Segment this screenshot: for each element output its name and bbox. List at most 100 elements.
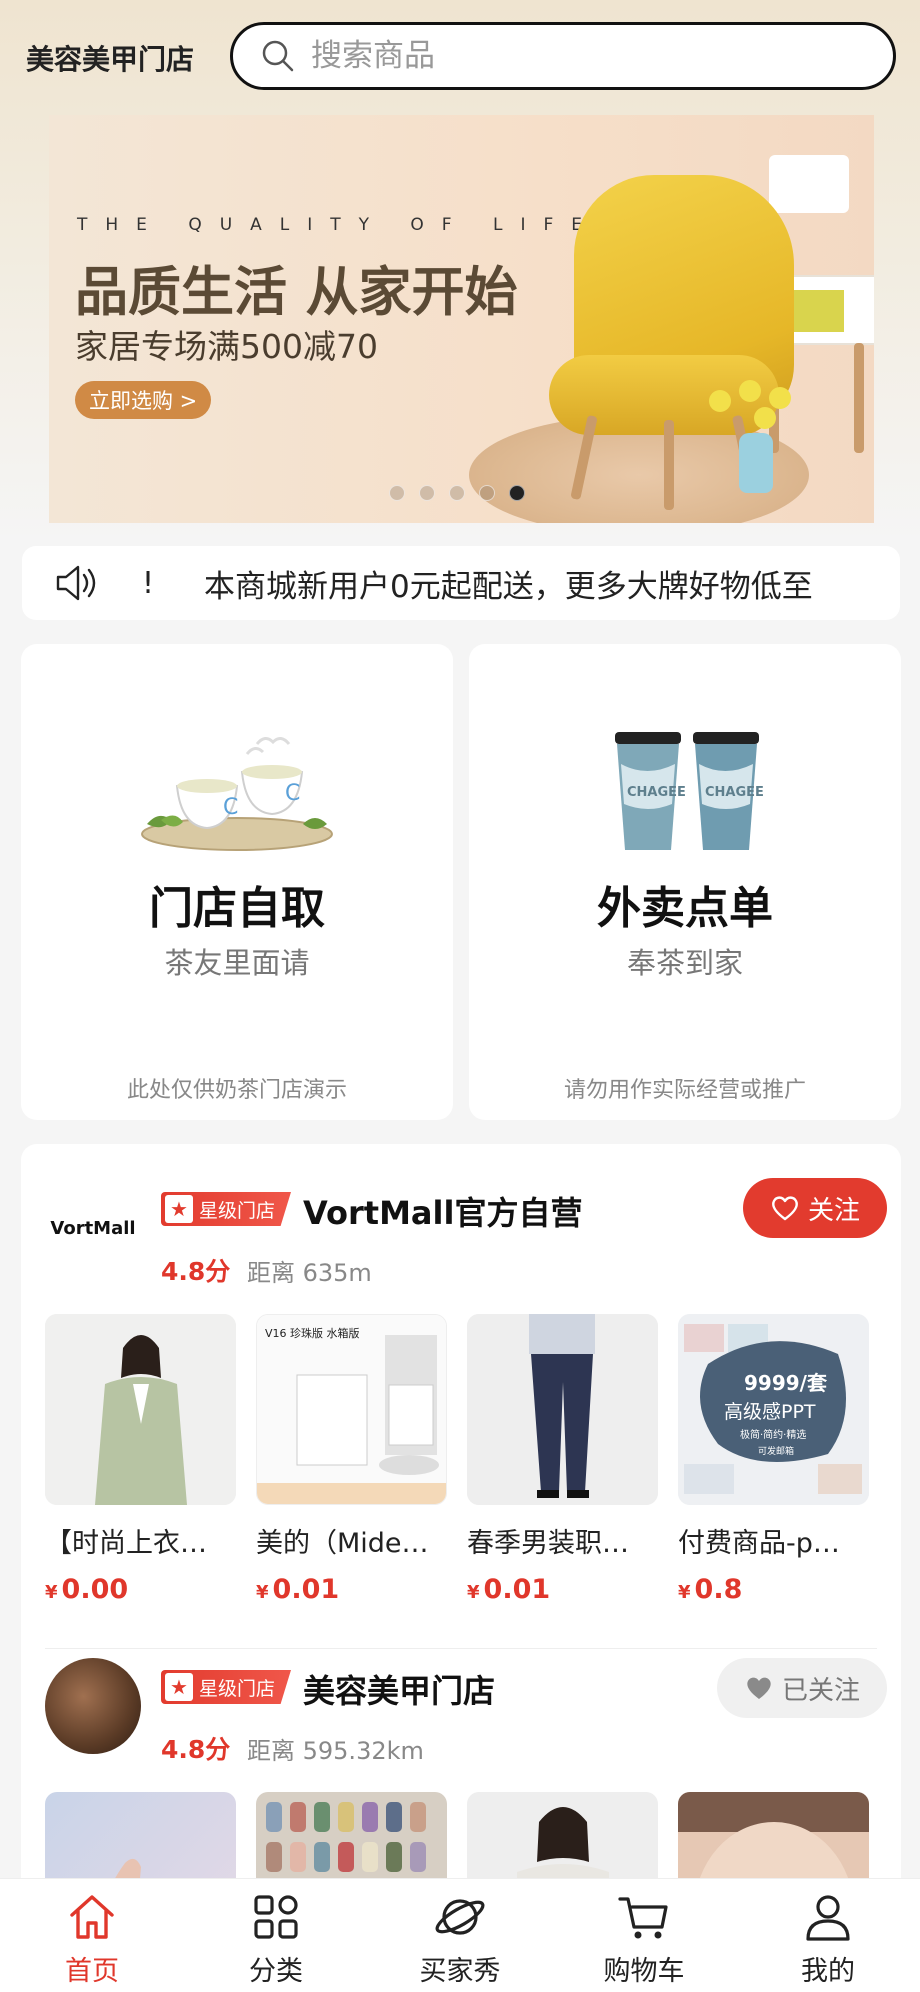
tab-label: 分类 bbox=[249, 1956, 303, 1987]
svg-text:C: C bbox=[285, 781, 300, 806]
product-image bbox=[467, 1314, 658, 1505]
product-price: ¥0.00 bbox=[45, 1574, 129, 1605]
follow-label: 关注 bbox=[807, 1195, 860, 1226]
pagination-dot[interactable] bbox=[419, 485, 435, 501]
bottom-tab-bar: 首页 分类 买家秀 购物车 我的 bbox=[0, 1878, 920, 1992]
product-item[interactable]: 【时尚上衣… ¥0.00 bbox=[45, 1314, 236, 1605]
store-list: VortMall ★ 星级门店 VortMall官方自营 4.8分 距离 635… bbox=[21, 1144, 901, 1992]
delivery-title: 外卖点单 bbox=[597, 883, 773, 934]
user-icon bbox=[806, 1895, 850, 1941]
tab-label: 首页 bbox=[65, 1956, 119, 1987]
home-icon bbox=[70, 1895, 114, 1939]
store-divider bbox=[45, 1648, 877, 1649]
store-name: 美容美甲门店 bbox=[303, 1672, 496, 1710]
search-icon bbox=[261, 39, 295, 73]
search-input[interactable] bbox=[311, 38, 871, 74]
tab-home[interactable]: 首页 bbox=[0, 1879, 184, 1992]
delivery-card[interactable]: CHAGEE CHAGEE 外卖点单 奉茶到家 请勿用作实际经营或推广 bbox=[469, 644, 901, 1120]
pagination-dot[interactable] bbox=[449, 485, 465, 501]
tab-buyer-show[interactable]: 买家秀 bbox=[368, 1879, 552, 1992]
product-price: ¥0.01 bbox=[467, 1574, 551, 1605]
pickup-card[interactable]: C C 门店自取 茶友里面请 此处仅供奶茶门店演示 bbox=[21, 644, 453, 1120]
product-image: V16 珍珠版 水箱版 bbox=[256, 1314, 447, 1505]
star-store-badge: ★ 星级门店 bbox=[161, 1670, 291, 1704]
store-logo: VortMall bbox=[45, 1180, 141, 1276]
svg-text:可发邮箱: 可发邮箱 bbox=[758, 1445, 794, 1457]
product-price: ¥0.01 bbox=[256, 1574, 340, 1605]
banner-tagline: THE QUALITY OF LIFE bbox=[77, 215, 600, 235]
product-image bbox=[45, 1314, 236, 1505]
promo-banner[interactable]: THE QUALITY OF LIFE 品质生活 从家开始 家居专场满500减7… bbox=[49, 115, 874, 523]
banner-pagination bbox=[389, 485, 525, 501]
product-item[interactable]: V16 珍珠版 水箱版 美的（Mide… ¥0.01 bbox=[256, 1314, 447, 1605]
delivery-note: 请勿用作实际经营或推广 bbox=[563, 1078, 806, 1103]
chair-leg bbox=[664, 420, 674, 510]
svg-text:V16 珍珠版 水箱版: V16 珍珠版 水箱版 bbox=[265, 1326, 360, 1340]
flower bbox=[709, 390, 731, 412]
store-rating: 4.8分 bbox=[161, 1257, 231, 1286]
svg-text:高级感PPT: 高级感PPT bbox=[724, 1401, 816, 1423]
product-name: 春季男装职… bbox=[467, 1528, 629, 1559]
tab-label: 买家秀 bbox=[419, 1956, 501, 1987]
heart-icon bbox=[772, 1196, 798, 1221]
banner-headline: 品质生活 从家开始 bbox=[75, 262, 518, 323]
badge-label: 星级门店 bbox=[199, 1677, 276, 1700]
delivery-subtitle: 奉茶到家 bbox=[626, 946, 743, 980]
banner-subline: 家居专场满500减70 bbox=[75, 327, 378, 366]
planet-icon bbox=[435, 1899, 485, 1935]
svg-text:C: C bbox=[223, 795, 238, 820]
svg-text:极简·简约·精选: 极简·简约·精选 bbox=[740, 1428, 806, 1441]
product-image: 9999/套 高级感PPT 极简·简约·精选 可发邮箱 bbox=[678, 1314, 869, 1505]
badge-label: 星级门店 bbox=[199, 1199, 276, 1222]
svg-text:CHAGEE: CHAGEE bbox=[705, 785, 764, 800]
star-icon: ★ bbox=[165, 1195, 193, 1223]
pagination-dot[interactable] bbox=[389, 485, 405, 501]
pickup-title: 门店自取 bbox=[149, 883, 325, 934]
product-name: 【时尚上衣… bbox=[45, 1528, 207, 1559]
pickup-subtitle: 茶友里面请 bbox=[164, 946, 310, 980]
store-avatar bbox=[45, 1658, 141, 1754]
store-name: VortMall官方自营 bbox=[303, 1194, 583, 1232]
star-icon: ★ bbox=[165, 1673, 193, 1701]
followed-button[interactable]: 已关注 bbox=[717, 1658, 887, 1718]
tea-cups-icon: C C bbox=[127, 724, 347, 854]
pagination-dot[interactable] bbox=[479, 485, 495, 501]
shop-title: 美容美甲门店 bbox=[26, 43, 195, 76]
notice-bar[interactable]: ! 本商城新用户0元起配送，更多大牌好物低至 bbox=[22, 546, 900, 620]
search-bar[interactable] bbox=[230, 22, 896, 90]
product-item[interactable]: 9999/套 高级感PPT 极简·简约·精选 可发邮箱 付费商品-p… ¥0.8 bbox=[678, 1314, 869, 1605]
product-name: 付费商品-p… bbox=[678, 1528, 840, 1559]
svg-text:9999/套: 9999/套 bbox=[744, 1371, 827, 1395]
category-icon bbox=[254, 1895, 298, 1939]
notice-prefix: ! bbox=[142, 565, 155, 601]
banner-cta-button[interactable]: 立即选购 > bbox=[75, 381, 212, 419]
product-row: 【时尚上衣… ¥0.00 V16 珍珠版 水箱版 美的（Mide… ¥ 0.01… bbox=[45, 1314, 869, 1605]
flower bbox=[769, 387, 791, 409]
store-distance: 距离 635m bbox=[247, 1259, 372, 1287]
heart-icon bbox=[747, 1677, 771, 1699]
tab-profile[interactable]: 我的 bbox=[736, 1879, 920, 1992]
tab-category[interactable]: 分类 bbox=[184, 1879, 368, 1992]
header: 美容美甲门店 bbox=[0, 18, 920, 98]
star-store-badge: ★ 星级门店 bbox=[161, 1192, 291, 1226]
store-logo-text: VortMall bbox=[50, 1217, 136, 1239]
follow-label: 已关注 bbox=[781, 1675, 860, 1706]
follow-button[interactable]: 关注 bbox=[743, 1178, 887, 1238]
flower bbox=[739, 380, 761, 402]
store-rating: 4.8分 bbox=[161, 1735, 231, 1764]
tab-label: 我的 bbox=[801, 1956, 855, 1987]
flower bbox=[754, 407, 776, 429]
pagination-dot-active[interactable] bbox=[509, 485, 525, 501]
store-distance: 距离 595.32km bbox=[247, 1737, 424, 1765]
cart-icon bbox=[618, 1897, 668, 1939]
banner-vase-image bbox=[739, 433, 773, 493]
notice-text: 本商城新用户0元起配送，更多大牌好物低至 bbox=[204, 568, 813, 605]
tab-cart[interactable]: 购物车 bbox=[552, 1879, 736, 1992]
speaker-icon bbox=[52, 560, 98, 606]
table-leg bbox=[854, 343, 864, 453]
pickup-note: 此处仅供奶茶门店演示 bbox=[126, 1078, 347, 1103]
tab-label: 购物车 bbox=[603, 1956, 685, 1987]
product-item[interactable]: 春季男装职… ¥0.01 bbox=[467, 1314, 658, 1605]
banner-lamp-image bbox=[769, 155, 849, 213]
product-name: 美的（Mide… bbox=[256, 1528, 429, 1559]
